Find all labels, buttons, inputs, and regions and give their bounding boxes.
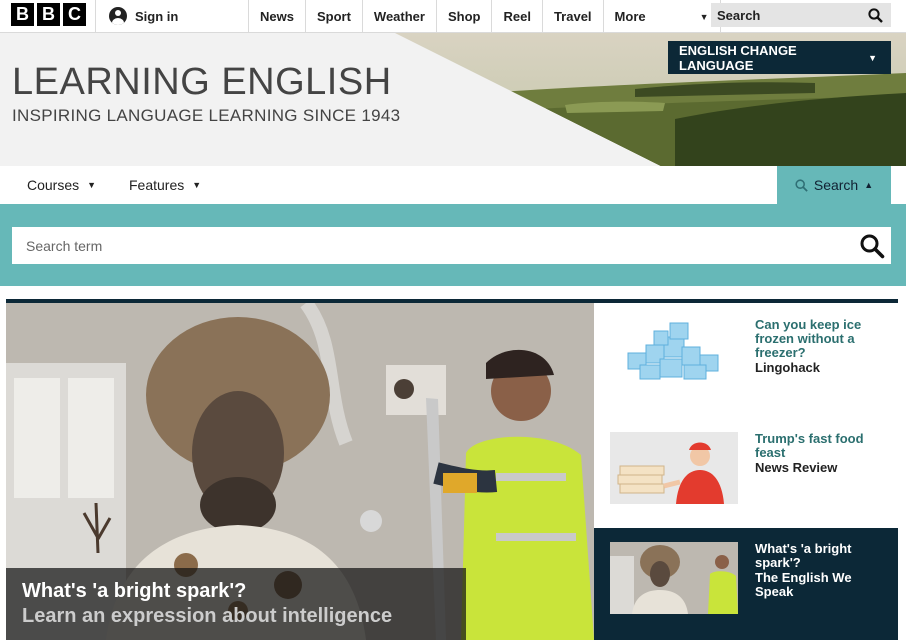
- hero-story[interactable]: What's 'a bright spark'? Learn an expres…: [6, 303, 594, 640]
- site-title: LEARNING ENGLISH: [12, 61, 392, 103]
- story-card-title[interactable]: What's 'a bright spark'?: [755, 542, 891, 570]
- bright-spark-thumbnail: [610, 542, 738, 614]
- sign-in-label: Sign in: [135, 8, 179, 24]
- learning-english-banner: LEARNING ENGLISH INSPIRING LANGUAGE LEAR…: [0, 33, 906, 166]
- change-language-button[interactable]: ENGLISH CHANGE LANGUAGE ▼: [668, 41, 891, 74]
- story-card-title[interactable]: Trump's fast food feast: [755, 432, 891, 460]
- hero-caption: What's 'a bright spark'? Learn an expres…: [6, 568, 466, 640]
- story-card-series[interactable]: Lingohack: [755, 361, 891, 375]
- hero-title[interactable]: What's 'a bright spark'?: [22, 580, 450, 603]
- user-avatar-icon: [109, 7, 127, 25]
- search-tab[interactable]: Search ▲: [777, 166, 891, 204]
- story-card-title[interactable]: Can you keep ice frozen without a freeze…: [755, 318, 891, 360]
- story-card-text: Trump's fast food feast News Review: [755, 432, 891, 475]
- story-card-text: Can you keep ice frozen without a freeze…: [755, 318, 891, 375]
- bbc-logo-letter: C: [63, 3, 86, 26]
- bbc-logo-letter: B: [11, 3, 34, 26]
- search-tab-label: Search: [813, 177, 859, 193]
- features-menu[interactable]: Features ▼: [129, 166, 201, 204]
- story-card[interactable]: Can you keep ice frozen without a freeze…: [594, 303, 898, 418]
- courses-menu[interactable]: Courses ▼: [27, 166, 96, 204]
- ice-cubes-thumbnail: [610, 317, 738, 389]
- bbc-search-box[interactable]: Search: [711, 3, 891, 27]
- search-term-input[interactable]: [26, 237, 806, 254]
- nav-item-travel[interactable]: Travel: [541, 0, 603, 33]
- nav-item-shop[interactable]: Shop: [435, 0, 492, 33]
- search-panel: [0, 204, 906, 286]
- section-nav: Courses ▼ Features ▼ Search ▲: [0, 166, 906, 204]
- story-card-text: What's 'a bright spark'? The English We …: [755, 542, 891, 599]
- nav-item-sport[interactable]: Sport: [304, 0, 362, 33]
- search-icon: [795, 178, 808, 192]
- caret-down-icon: ▼: [192, 180, 202, 190]
- caret-up-icon: ▲: [864, 180, 874, 190]
- caret-down-icon: ▼: [87, 180, 97, 190]
- courses-label: Courses: [27, 177, 80, 193]
- fast-food-thumbnail: [610, 432, 738, 504]
- bbc-nav: News Sport Weather Shop Reel Travel More…: [248, 0, 721, 33]
- search-form: [12, 227, 891, 264]
- caret-down-icon: ▼: [699, 11, 709, 22]
- search-icon[interactable]: [868, 7, 883, 23]
- bbc-search-label: Search: [717, 7, 761, 23]
- nav-more-label: More: [614, 9, 646, 24]
- change-language-label: ENGLISH CHANGE LANGUAGE: [679, 42, 797, 73]
- caret-down-icon: ▼: [868, 52, 877, 63]
- site-subtitle: INSPIRING LANGUAGE LEARNING SINCE 1943: [12, 106, 401, 125]
- divider: [95, 0, 96, 33]
- search-submit-icon[interactable]: [859, 233, 885, 259]
- nav-more-button[interactable]: More ▼: [602, 0, 721, 33]
- sign-in-link[interactable]: Sign in: [109, 7, 178, 25]
- bbc-top-bar: B B C Sign in News Sport Weather Shop Re…: [0, 0, 906, 33]
- features-label: Features: [129, 177, 185, 193]
- story-card-series[interactable]: The English We Speak: [755, 571, 891, 599]
- bbc-logo[interactable]: B B C: [11, 3, 86, 26]
- hero-subtitle[interactable]: Learn an expression about intelligence: [22, 605, 450, 628]
- bbc-logo-letter: B: [37, 3, 60, 26]
- nav-item-weather[interactable]: Weather: [361, 0, 436, 33]
- nav-item-reel[interactable]: Reel: [491, 0, 541, 33]
- story-card[interactable]: Trump's fast food feast News Review: [594, 418, 898, 528]
- story-card-active[interactable]: What's 'a bright spark'? The English We …: [594, 528, 898, 640]
- nav-item-news[interactable]: News: [248, 0, 305, 33]
- story-card-series[interactable]: News Review: [755, 461, 891, 475]
